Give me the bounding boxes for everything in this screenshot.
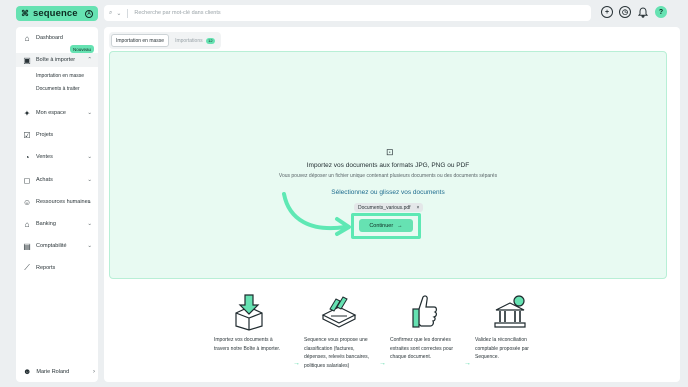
chevron-right-icon: ›: [93, 368, 95, 375]
sidebar-subitem-documents-to-process[interactable]: Documents à traiter: [36, 86, 80, 92]
sidebar-item-accounting[interactable]: ▤ Comptabilité ⌄: [16, 239, 98, 253]
sidebar-item-label: Ventes: [36, 154, 53, 160]
continue-button[interactable]: Continuer →: [359, 219, 413, 232]
plus-circle-icon[interactable]: +: [601, 6, 613, 18]
clock-icon[interactable]: ◷: [619, 6, 631, 18]
count-badge: 12: [205, 37, 216, 44]
chevron-up-icon: ⌃: [87, 57, 92, 63]
step-arrow-icon: →: [464, 360, 471, 367]
new-badge: Nouveau: [70, 45, 95, 53]
sidebar-item-label: Achats: [36, 177, 53, 183]
sidebar-item-label: Dashboard: [36, 35, 63, 41]
sidebar-item-label: Banking: [36, 221, 56, 227]
sidebar-item-reports[interactable]: ⟋ Reports: [16, 261, 98, 275]
sidebar-subitem-bulk-import[interactable]: Importation en masse: [36, 73, 84, 79]
sidebar-item-dashboard[interactable]: ⌂ Dashboard: [16, 31, 98, 45]
main-content: Importation en masse Importations 12 ⊡ I…: [104, 27, 680, 382]
tab-imports[interactable]: Importations 12: [171, 34, 219, 47]
steps-guide: Importez vos documents à travers notre B…: [214, 292, 554, 382]
sidebar-item-label: Reports: [36, 265, 56, 271]
brand-name: sequence: [33, 8, 78, 19]
chevron-down-icon: ⌄: [87, 243, 92, 249]
sidebar-item-label: Boîte à importer: [36, 57, 76, 63]
step-classify: Sequence vous propose une classification…: [304, 292, 374, 370]
user-menu[interactable]: ☻ Marie Roland ›: [23, 367, 95, 376]
workspace-badge[interactable]: A: [85, 9, 93, 18]
remove-file-icon[interactable]: ×: [417, 205, 420, 211]
step-text: Sequence vous propose une classification…: [304, 337, 370, 369]
chevron-down-icon: ⌄: [87, 110, 92, 116]
inbox-icon: ▣: [23, 55, 31, 65]
bell-icon[interactable]: [637, 6, 649, 18]
chevron-down-icon: ⌄: [87, 154, 92, 160]
step-arrow-icon: →: [293, 360, 300, 367]
bank-building-icon: [475, 292, 545, 332]
arrow-right-icon: →: [397, 222, 403, 229]
document-sorter-icon: [304, 292, 374, 332]
sidebar-item-projects[interactable]: ☑ Projets: [16, 128, 98, 142]
chevron-down-icon: ⌄: [87, 177, 92, 183]
step-arrow-icon: →: [379, 360, 386, 367]
tab-label: Importation en masse: [116, 37, 165, 44]
dropzone-subtitle: Vous pouvez déposer un fichier unique co…: [278, 173, 498, 179]
step-validate: Validez la réconciliation comptable prop…: [475, 292, 545, 362]
step-text: Confirmez que les données extraites sont…: [390, 337, 454, 360]
step-import: Importez vos documents à travers notre B…: [214, 292, 284, 353]
file-name: Documents_various.pdf: [358, 204, 411, 211]
person-icon: ☺: [23, 197, 32, 207]
ledger-icon: ▤: [23, 241, 31, 251]
sequence-logo-icon: ⌘: [21, 9, 29, 18]
sidebar-item-import-box[interactable]: ▣ Boîte à importer ⌃: [16, 53, 98, 67]
search-dropdown-chevron-icon[interactable]: ⌄: [116, 10, 121, 17]
file-dropzone[interactable]: ⊡ Importez vos documents aux formats JPG…: [109, 51, 667, 279]
select-files-link[interactable]: Sélectionnez ou glissez vos documents: [110, 189, 666, 196]
sidebar-item-label: Projets: [36, 132, 54, 138]
continue-label: Continuer: [369, 222, 394, 229]
step-confirm: Confirmez que les données extraites sont…: [390, 292, 460, 362]
step-text: Importez vos documents à travers notre B…: [214, 337, 281, 352]
tab-label: Importations: [175, 37, 203, 44]
curved-arrow-icon: [282, 192, 351, 236]
home-icon: ⌂: [24, 33, 30, 43]
top-actions: + ◷ ?: [601, 6, 667, 18]
chart-icon: ⟋: [24, 263, 30, 272]
sales-icon: ◔: [24, 152, 30, 162]
sidebar-item-label: Mon espace: [36, 110, 66, 116]
upload-icon: ⊡: [386, 147, 394, 157]
sidebar-item-human-resources[interactable]: ☺ Ressources humaines ⌄: [16, 195, 98, 209]
checkbox-icon: ☑: [23, 130, 31, 140]
dropzone-title: Importez vos documents aux formats JPG, …: [306, 162, 470, 169]
search-input[interactable]: [134, 10, 586, 16]
sidebar-item-label: Ressources humaines: [36, 199, 91, 205]
sidebar-item-sales[interactable]: ◔ Ventes ⌄: [16, 150, 98, 164]
search-separator: [127, 8, 129, 18]
chevron-down-icon: ⌄: [87, 221, 92, 227]
sidebar: ⌂ Dashboard Nouveau ▣ Boîte à importer ⌃…: [16, 27, 98, 382]
thumbs-up-icon: [390, 292, 460, 332]
sidebar-item-label: Comptabilité: [36, 243, 67, 249]
bank-icon: ⌂: [24, 219, 30, 229]
sidebar-item-banking[interactable]: ⌂ Banking ⌄: [16, 217, 98, 231]
chevron-down-icon: ⌄: [87, 199, 92, 205]
avatar: ☻: [23, 367, 32, 376]
sparkle-icon: ✦: [23, 108, 31, 118]
box-download-icon: [214, 292, 284, 332]
user-name: Marie Roland: [36, 368, 70, 375]
help-icon[interactable]: ?: [655, 6, 667, 18]
search-icon: ⌕: [109, 9, 113, 16]
sidebar-item-purchases[interactable]: ◻ Achats ⌄: [16, 173, 98, 187]
tab-bulk-import[interactable]: Importation en masse: [111, 34, 170, 47]
tab-bar: Importation en masse Importations 12: [109, 32, 222, 49]
brand-logo[interactable]: ⌘ sequence A: [16, 6, 98, 21]
search-bar[interactable]: ⌕ ⌄: [104, 5, 591, 21]
file-chip: Documents_various.pdf ×: [354, 203, 424, 212]
sidebar-item-my-space[interactable]: ✦ Mon espace ⌄: [16, 106, 98, 120]
step-text: Validez la réconciliation comptable prop…: [475, 337, 529, 360]
bag-icon: ◻: [23, 175, 31, 185]
